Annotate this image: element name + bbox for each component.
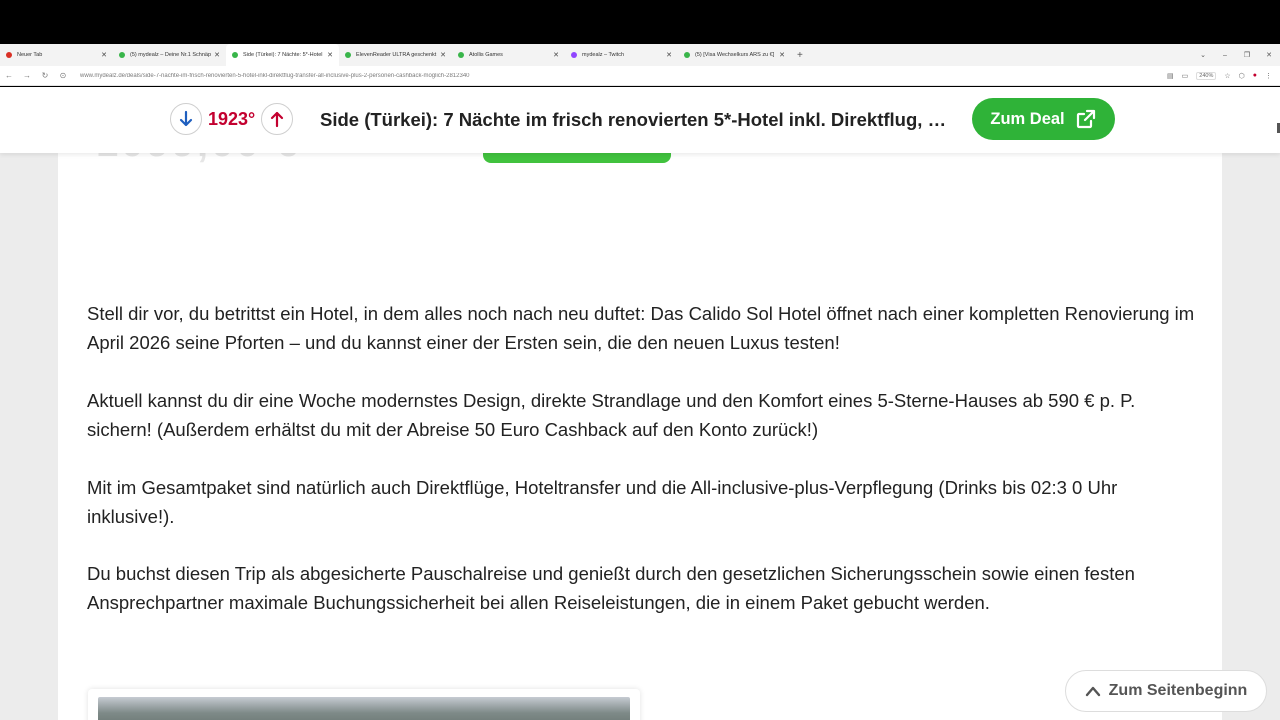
minimize-icon[interactable]: – xyxy=(1214,52,1236,59)
back-icon[interactable]: ← xyxy=(0,71,18,80)
reader-mode-icon[interactable]: ▤ xyxy=(1167,72,1174,80)
arrow-up-icon xyxy=(271,111,284,128)
deal-title: Side (Türkei): 7 Nächte im frisch renovi… xyxy=(320,109,952,130)
browser-tab-active[interactable]: Side (Türkei): 7 Nächte: 5*-Hotel ✕ xyxy=(226,44,339,66)
browser-tab[interactable]: Atollis Games ✕ xyxy=(452,44,565,66)
tab-label: (5) mydealz – Deine Nr.1 Schnäp xyxy=(130,52,212,58)
restore-icon[interactable]: ❐ xyxy=(1236,51,1258,59)
tab-favicon-icon xyxy=(458,52,464,58)
tab-label: (5) [Visa Wechselkurs ARS zu €] xyxy=(695,52,775,58)
tab-search-icon[interactable]: ⌄ xyxy=(1192,51,1214,59)
browser-tab[interactable]: (5) [Visa Wechselkurs ARS zu €] ✕ xyxy=(678,44,791,66)
tab-close-icon[interactable]: ✕ xyxy=(327,51,333,59)
tab-label: Side (Türkei): 7 Nächte: 5*-Hotel xyxy=(243,52,323,58)
browser-tab[interactable]: Neuer Tab ✕ xyxy=(0,44,113,66)
vote-up-button[interactable] xyxy=(261,103,294,135)
toolbar-icons: ▤ ▭ 240% ☆ ⬡ ● ⋮ xyxy=(1167,71,1280,80)
url-field[interactable]: www.mydealz.de/deals/side-7-nachte-im-fr… xyxy=(80,73,1167,79)
tab-label: mydealz – Twitch xyxy=(582,52,625,58)
tab-close-icon[interactable]: ✕ xyxy=(779,51,785,59)
tab-favicon-icon xyxy=(6,52,12,58)
browser-tab-strip: Neuer Tab ✕ (5) mydealz – Deine Nr.1 Schn… xyxy=(0,44,1280,66)
zoom-level[interactable]: 240% xyxy=(1196,71,1217,80)
new-tab-icon[interactable]: + xyxy=(797,50,803,61)
arrow-down-icon xyxy=(179,110,193,127)
chevron-up-icon xyxy=(1085,686,1100,697)
site-info-icon[interactable]: ⊙ xyxy=(54,71,72,80)
sticky-deal-header: 1923° Side (Türkei): 7 Nächte im frisch … xyxy=(0,87,1280,153)
reload-icon[interactable]: ↻ xyxy=(36,71,54,80)
screen-top-black-area xyxy=(0,0,1280,44)
bookmark-star-icon[interactable]: ☆ xyxy=(1224,72,1230,80)
scroll-to-top-button[interactable]: Zum Seitenbeginn xyxy=(1065,670,1267,712)
tab-label: Atollis Games xyxy=(469,52,503,58)
tab-favicon-icon xyxy=(119,52,125,58)
article-paragraph: Stell dir vor, du betrittst ein Hotel, i… xyxy=(87,303,1195,353)
tab-close-icon[interactable]: ✕ xyxy=(101,51,107,59)
hotel-image xyxy=(98,697,630,720)
page-viewport: 1099,00 € 1923° Side (Türkei): 7 Nächte … xyxy=(0,87,1280,720)
article-paragraph: Mit im Gesamtpaket sind natürlich auch D… xyxy=(87,477,1118,527)
browser-tab[interactable]: ElevenReader ULTRA geschenkt ✕ xyxy=(339,44,452,66)
scroll-to-top-label: Zum Seitenbeginn xyxy=(1108,682,1248,699)
forward-icon[interactable]: → xyxy=(18,71,36,80)
external-link-icon xyxy=(1076,109,1095,129)
tab-close-icon[interactable]: ✕ xyxy=(214,51,220,59)
vote-box: 1923° xyxy=(170,103,294,135)
browser-tab[interactable]: mydealz – Twitch ✕ xyxy=(565,44,678,66)
tab-close-icon[interactable]: ✕ xyxy=(553,51,559,59)
hotel-image-card[interactable] xyxy=(88,689,640,720)
tab-label: ElevenReader ULTRA geschenkt xyxy=(356,52,437,58)
article-paragraph: Du buchst diesen Trip als abgesicherte P… xyxy=(87,563,1135,613)
close-window-icon[interactable]: ✕ xyxy=(1258,51,1280,59)
cast-icon[interactable]: ▭ xyxy=(1182,72,1189,80)
browser-tab[interactable]: (5) mydealz – Deine Nr.1 Schnäp ✕ xyxy=(113,44,226,66)
article-paragraph: Aktuell kannst du dir eine Woche moderns… xyxy=(87,390,1136,440)
deal-button-label: Zum Deal xyxy=(990,109,1065,128)
deal-temperature: 1923° xyxy=(208,108,256,129)
tab-label: Neuer Tab xyxy=(17,52,43,58)
tab-close-icon[interactable]: ✕ xyxy=(666,51,672,59)
menu-icon[interactable]: ⋮ xyxy=(1265,72,1272,80)
tab-close-icon[interactable]: ✕ xyxy=(440,51,446,59)
window-controls: ⌄ – ❐ ✕ xyxy=(1192,44,1280,66)
vote-down-button[interactable] xyxy=(170,103,202,135)
extensions-icon[interactable]: ⬡ xyxy=(1239,72,1245,80)
tab-favicon-icon xyxy=(684,52,690,58)
tab-favicon-icon xyxy=(232,52,238,58)
tab-favicon-icon xyxy=(571,52,577,58)
address-bar: ← → ↻ ⊙ www.mydealz.de/deals/side-7-nach… xyxy=(0,66,1280,86)
profile-icon[interactable]: ● xyxy=(1253,72,1257,79)
tab-favicon-icon xyxy=(345,52,351,58)
zum-deal-button[interactable]: Zum Deal xyxy=(972,98,1115,140)
